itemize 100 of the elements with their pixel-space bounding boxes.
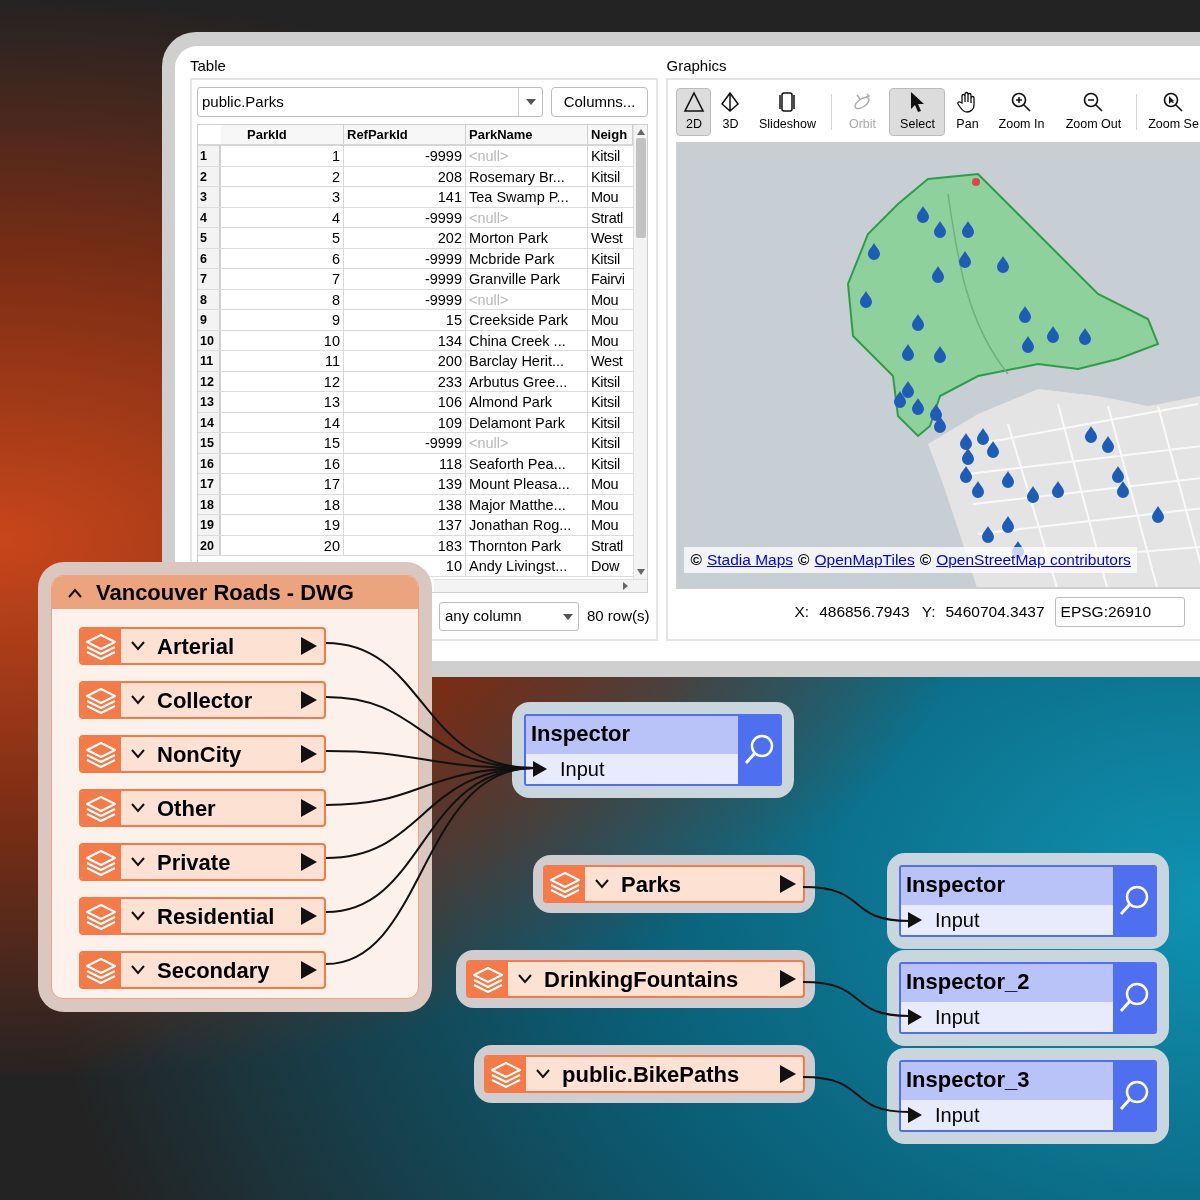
output-port-icon[interactable] [300,906,318,926]
layer-node[interactable]: Collector [79,681,326,719]
input-port-icon[interactable] [907,1106,923,1124]
tool-button[interactable]: Zoom Se [1143,88,1200,136]
expand-chevron-icon[interactable] [131,803,145,813]
scroll-down-icon[interactable] [635,568,646,576]
layer-label: Collector [157,686,254,715]
expand-chevron-icon[interactable] [131,749,145,759]
inspector-node[interactable]: Inspector_3 Input [899,1060,1157,1132]
layers-icon [81,845,121,879]
column-header[interactable]: ParkId [221,125,344,144]
table-cell: 8 [221,289,344,309]
horizontal-scrollbar[interactable] [434,579,647,592]
layer-label: public.BikePaths [562,1060,741,1089]
layer-node[interactable]: Private [79,843,326,881]
crs-field[interactable]: EPSG:26910 [1054,597,1185,627]
layer-node[interactable]: Secondary [79,951,326,989]
table-cell: Rosemary Br... [466,166,588,186]
layer-node[interactable]: Other [79,789,326,827]
table-cell: Granville Park [466,269,588,289]
layer-node[interactable]: public.BikePaths [484,1055,805,1093]
table-cell-text: Kitsil [590,249,621,268]
output-port-icon[interactable] [779,874,797,894]
inspector-node[interactable]: Inspector Input [524,714,782,786]
attribution-link[interactable]: Stadia Maps [706,548,794,572]
scrollbar-thumb[interactable] [635,138,646,238]
tool-button[interactable]: Select [889,88,946,136]
pane-title: Graphics [666,56,727,76]
column-filter-dropdown[interactable]: any column [438,602,579,631]
tool-button[interactable]: Slideshow [749,88,826,136]
search-icon[interactable] [1113,964,1155,1032]
layer-node[interactable]: NonCity [79,735,326,773]
table-cell-text: Mou [590,495,620,514]
layer-label: Residential [157,902,276,931]
coordinate-value: 486856.7943 [819,602,910,623]
table-cell: Creekside Park [466,310,588,330]
expand-chevron-icon[interactable] [518,974,532,984]
search-icon[interactable] [738,716,780,784]
tool-button[interactable]: 2D [676,88,712,136]
group-node[interactable]: Vancouver Roads - DWG Arterial Collector NonCity Other Private Residential Secondary [51,575,419,999]
table-cell-text: West [590,229,624,248]
table-cell-text: Kitsil [590,393,621,412]
table-cell: 14 [221,412,344,432]
table-cell: 4 [221,207,344,227]
expand-chevron-icon[interactable] [131,965,145,975]
expand-chevron-icon[interactable] [131,641,145,651]
table-cell-text: Fairvi [590,270,626,289]
input-port-icon[interactable] [907,1008,923,1026]
expand-chevron-icon[interactable] [131,911,145,921]
collapse-chevron-icon[interactable] [68,587,82,598]
scroll-right-icon[interactable] [622,581,629,591]
attribution-link[interactable]: OpenMapTiles [814,548,915,572]
inspector-node[interactable]: Inspector Input [899,865,1157,937]
search-icon[interactable] [1113,1062,1155,1130]
layer-node[interactable]: Arterial [79,627,326,665]
layer-node[interactable]: Parks [543,865,805,903]
output-port-icon[interactable] [779,1064,797,1084]
expand-chevron-icon[interactable] [131,695,145,705]
layer-node[interactable]: Residential [79,897,326,935]
table-cell-text: Stratl [590,536,625,555]
port-label: Input [935,1005,980,1030]
layer-node[interactable]: DrinkingFountains [466,960,805,998]
pane-title: Table [190,56,226,76]
output-port-icon[interactable] [300,798,318,818]
expand-chevron-icon[interactable] [595,879,609,889]
zoom-out-icon [1082,90,1105,113]
tool-button[interactable]: Zoom In [989,88,1054,136]
inspector-node[interactable]: Inspector_2 Input [899,962,1157,1034]
table-cell-text: Mou [590,475,620,494]
expand-chevron-icon[interactable] [536,1069,550,1079]
column-header[interactable]: RefParkId [344,125,466,144]
row-number: 11 [198,351,221,371]
table-cell: 141 [344,187,466,207]
vertical-scrollbar[interactable] [633,125,647,579]
search-icon[interactable] [1113,867,1155,935]
attribution-link[interactable]: OpenStreetMap contributors [936,548,1131,572]
output-port-icon[interactable] [300,636,318,656]
columns-button[interactable]: Columns... [551,87,648,117]
output-port-icon[interactable] [300,852,318,872]
tool-button[interactable]: 3D [714,88,747,136]
port-label: Input [935,1103,980,1128]
scroll-up-icon[interactable] [635,128,646,136]
output-port-icon[interactable] [779,969,797,989]
tool-button[interactable]: Pan [948,88,987,136]
output-port-icon[interactable] [300,690,318,710]
output-port-icon[interactable] [300,960,318,980]
group-header[interactable]: Vancouver Roads - DWG [52,576,418,609]
layer-dropdown[interactable]: public.Parks [197,87,543,117]
expand-chevron-icon[interactable] [131,857,145,867]
column-header[interactable]: Neigh [588,125,633,144]
table-cell: 7 [221,269,344,289]
table-cell: 19 [221,515,344,535]
table-cell: 118 [344,453,466,473]
input-port-icon[interactable] [532,760,548,778]
output-port-icon[interactable] [300,744,318,764]
tool-button[interactable]: Zoom Out [1056,88,1131,136]
row-number: 13 [198,392,221,412]
input-port-icon[interactable] [907,911,923,929]
layer-label: Arterial [157,632,236,661]
column-header[interactable]: ParkName [466,125,588,144]
